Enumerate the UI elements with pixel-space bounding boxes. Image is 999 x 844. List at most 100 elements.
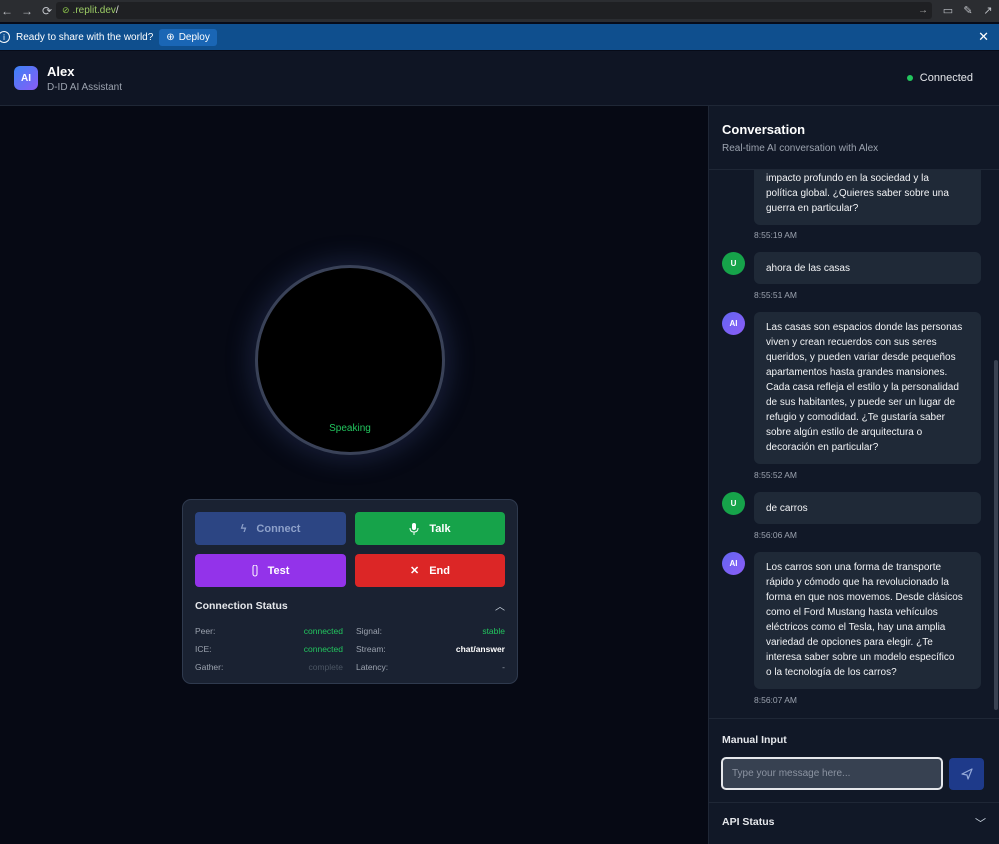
- connect-button[interactable]: ϟ Connect: [195, 512, 346, 545]
- user-avatar: U: [722, 492, 745, 515]
- message-line: o la tecnología de los carros?: [766, 667, 897, 678]
- address-bar[interactable]: ⊘ .replit.dev / →: [56, 2, 932, 19]
- status-dot-icon: [906, 75, 913, 81]
- test-button[interactable]: Test: [195, 554, 346, 587]
- end-label: End: [429, 564, 450, 577]
- message-line: política global. ¿Quieres saber sobre un…: [766, 188, 949, 199]
- app-header: AI Alex D-ID AI Assistant Connected: [0, 51, 999, 106]
- avatar-video: Speaking: [255, 265, 445, 455]
- deploy-icon: ⊕: [166, 31, 175, 43]
- screen-icon[interactable]: ▭: [941, 3, 955, 17]
- reload-icon[interactable]: ⟳: [40, 4, 54, 18]
- latency-label: Latency:: [356, 662, 389, 672]
- deploy-banner: i Ready to share with the world? ⊕ Deplo…: [0, 24, 999, 50]
- message-bubble: impacto profundo en la sociedad y la pol…: [754, 170, 981, 225]
- message-bubble: de carros: [754, 492, 981, 524]
- banner-message: Ready to share with the world?: [16, 31, 154, 43]
- message-line: Las casas son espacios donde las persona…: [766, 322, 963, 333]
- browser-toolbar: ← → ⟳ ⊘ .replit.dev / → ▭ ✎ ↗: [0, 0, 999, 22]
- message-list[interactable]: impacto profundo en la sociedad y la pol…: [709, 170, 999, 718]
- deploy-button[interactable]: ⊕ Deploy: [159, 28, 217, 46]
- connection-status-text: Connected: [919, 72, 973, 84]
- lightning-icon: ϟ: [240, 522, 247, 535]
- peer-value: connected: [303, 626, 343, 636]
- conversation-panel: Conversation Real-time AI conversation w…: [708, 106, 999, 844]
- message-bubble: Las casas son espacios donde las persona…: [754, 312, 981, 464]
- message-line: de carros: [766, 503, 808, 514]
- chevron-down-icon[interactable]: ﹀: [975, 815, 986, 831]
- gather-value: complete: [308, 662, 344, 672]
- control-panel: ϟ Connect Talk Test ✕ End Connection Sta…: [182, 499, 518, 684]
- signal-value: stable: [482, 626, 505, 636]
- microphone-icon: [409, 522, 419, 535]
- send-button[interactable]: [949, 758, 984, 790]
- ai-avatar: AI: [722, 552, 745, 575]
- conversation-subtitle: Real-time AI conversation with Alex: [722, 143, 879, 154]
- stream-value: chat/answer: [455, 644, 505, 654]
- connection-indicator: Connected: [906, 72, 973, 84]
- ice-label: ICE:: [195, 644, 212, 654]
- message-bubble: Los carros son una forma de transporte r…: [754, 552, 981, 689]
- message-line: impacto profundo en la sociedad y la: [766, 173, 929, 184]
- ai-avatar: AI: [722, 312, 745, 335]
- message-line: viven y crean recuerdos con sus seres: [766, 337, 937, 348]
- back-icon[interactable]: ←: [0, 4, 14, 18]
- stream-label: Stream:: [356, 644, 386, 654]
- send-icon: [960, 768, 973, 780]
- message-line: forma en que nos movemos. Desde clásicos: [766, 592, 963, 603]
- message-line: guerra en particular?: [766, 203, 859, 214]
- message-bubble: ahora de las casas: [754, 252, 981, 284]
- manual-input-section: Manual Input: [709, 718, 999, 802]
- scrollbar[interactable]: [994, 360, 998, 710]
- message-line: sobre algún estilo de arquitectura o: [766, 427, 923, 438]
- gather-label: Gather:: [195, 662, 224, 672]
- message-line: apartamentos hasta grandes mansiones.: [766, 367, 948, 378]
- talk-label: Talk: [429, 522, 451, 535]
- deploy-label: Deploy: [178, 31, 210, 43]
- message-line: de sus habitantes, y puede ser un lugar …: [766, 397, 956, 408]
- message-time: 8:55:52 AM: [754, 470, 798, 480]
- avatar: AI: [14, 66, 38, 90]
- message-line: ahora de las casas: [766, 263, 850, 274]
- url-path: /: [115, 5, 119, 16]
- assistant-subtitle: D-ID AI Assistant: [47, 82, 123, 93]
- talk-button[interactable]: Talk: [355, 512, 505, 545]
- assistant-name: Alex: [47, 64, 75, 79]
- go-icon[interactable]: →: [918, 5, 928, 16]
- message-line: como el Ford Mustang hasta vehículos: [766, 607, 938, 618]
- user-avatar: U: [722, 252, 745, 275]
- test-tube-icon: [252, 564, 258, 576]
- message-input[interactable]: [721, 757, 943, 790]
- conversation-title: Conversation: [722, 122, 806, 137]
- test-label: Test: [267, 564, 290, 577]
- close-icon[interactable]: ✕: [978, 29, 989, 45]
- message-line: queridos, y pueden variar desde pequeños: [766, 352, 956, 363]
- api-status-section[interactable]: API Status ﹀: [709, 802, 999, 844]
- message-line: Los carros son una forma de transporte: [766, 562, 942, 573]
- latency-value: -: [502, 662, 505, 672]
- wrench-icon[interactable]: ✎: [961, 3, 975, 17]
- manual-input-title: Manual Input: [722, 734, 787, 746]
- message-line: Cada casa refleja el estilo y la persona…: [766, 382, 959, 393]
- message-line: eléctricos como el Tesla, hay una amplia: [766, 622, 946, 633]
- api-status-title: API Status: [722, 816, 775, 828]
- security-icon: ⊘: [62, 5, 70, 15]
- ice-value: connected: [303, 644, 343, 654]
- external-link-icon[interactable]: ↗: [981, 3, 995, 17]
- message-line: decoración en particular?: [766, 442, 879, 453]
- message-time: 8:56:06 AM: [754, 530, 798, 540]
- signal-label: Signal:: [356, 626, 382, 636]
- close-icon: ✕: [410, 565, 420, 577]
- video-stage: Speaking ϟ Connect Talk Test ✕ End Conne…: [0, 106, 708, 844]
- message-line: interesa saber sobre un modelo específic…: [766, 652, 955, 663]
- message-time: 8:55:51 AM: [754, 290, 798, 300]
- chevron-up-icon[interactable]: ︿: [495, 598, 505, 613]
- speaking-label: Speaking: [329, 423, 371, 434]
- message-line: refugio y comodidad. ¿Te gustaría saber: [766, 412, 945, 423]
- info-icon: i: [0, 31, 10, 43]
- end-button[interactable]: ✕ End: [355, 554, 505, 587]
- forward-icon[interactable]: →: [20, 4, 34, 18]
- message-line: rápido y cómodo que ha revolucionado la: [766, 577, 949, 588]
- message-time: 8:56:07 AM: [754, 695, 798, 705]
- peer-label: Peer:: [195, 626, 216, 636]
